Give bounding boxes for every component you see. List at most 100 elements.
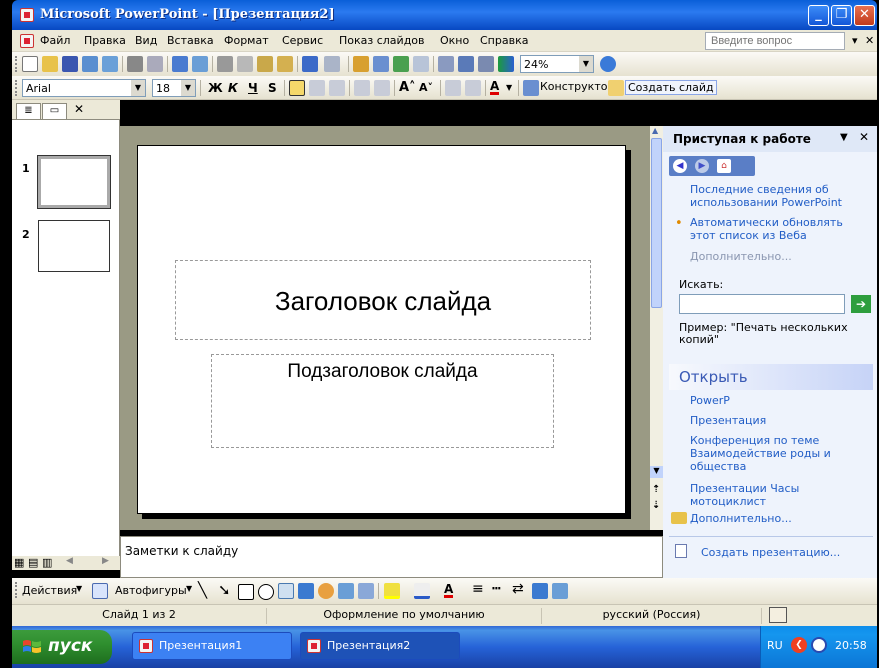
menu-format[interactable]: Формат bbox=[224, 34, 269, 47]
designer-button[interactable]: Конструктор bbox=[540, 80, 614, 93]
tray-arrow-icon[interactable]: ❮ bbox=[791, 637, 807, 653]
insert-table-icon[interactable] bbox=[373, 56, 389, 72]
forward-icon[interactable]: ▶ bbox=[695, 159, 709, 173]
draw-font-color-icon[interactable]: A bbox=[444, 582, 454, 598]
toolbar-grip[interactable] bbox=[15, 582, 18, 598]
font-combo[interactable]: Arial ▼ bbox=[22, 79, 146, 97]
slide-sorter-icon[interactable]: ▤ bbox=[28, 556, 38, 569]
toolbar-grip[interactable] bbox=[15, 56, 18, 72]
notes-pane[interactable]: Заметки к слайду bbox=[120, 536, 663, 578]
vertical-scrollbar[interactable]: ▲ ▼ ⇡ ⇣ bbox=[650, 126, 663, 530]
cut-icon[interactable] bbox=[217, 56, 233, 72]
paste-icon[interactable] bbox=[257, 56, 273, 72]
decrease-font-icon[interactable]: A˅ bbox=[419, 79, 433, 97]
title-bar[interactable]: Microsoft PowerPoint - [Презентация2] _ … bbox=[12, 0, 877, 30]
ask-question-input[interactable] bbox=[705, 32, 845, 50]
slideshow-view-icon[interactable]: ▥ bbox=[42, 556, 52, 569]
recent-file-3[interactable]: Конференция по теме Взаимодействие роды … bbox=[690, 434, 870, 473]
back-icon[interactable]: ◀ bbox=[673, 159, 687, 173]
restore-button[interactable]: ❐ bbox=[831, 5, 852, 26]
zoom-combo[interactable]: 24% ▼ bbox=[520, 55, 594, 73]
expand-all-icon[interactable] bbox=[438, 56, 454, 72]
task-pane-close-icon[interactable]: ✕ bbox=[859, 130, 869, 144]
increase-font-icon[interactable]: A˄ bbox=[399, 79, 416, 97]
bold-button[interactable]: Ж bbox=[208, 79, 223, 97]
autoshapes-menu[interactable]: Автофигуры bbox=[115, 584, 187, 597]
arrow-icon[interactable]: ➘ bbox=[218, 581, 231, 599]
scroll-down-icon[interactable]: ▼ bbox=[650, 466, 663, 478]
task-more-link[interactable]: Дополнительно... bbox=[690, 250, 792, 263]
security-shield-icon[interactable] bbox=[811, 637, 827, 653]
close-document-icon[interactable]: ✕ bbox=[865, 34, 874, 47]
increase-indent-icon[interactable] bbox=[465, 80, 481, 96]
research-icon[interactable] bbox=[192, 56, 208, 72]
tables-borders-icon[interactable] bbox=[393, 56, 409, 72]
show-formatting-icon[interactable] bbox=[458, 56, 474, 72]
underline-button[interactable]: Ч bbox=[248, 79, 258, 97]
font-color-dropdown-icon[interactable]: ▼ bbox=[506, 79, 512, 97]
actions-menu[interactable]: Действия bbox=[22, 584, 77, 597]
language-indicator[interactable]: RU bbox=[767, 639, 783, 652]
email-icon[interactable] bbox=[102, 56, 118, 72]
designer-icon[interactable] bbox=[523, 80, 539, 96]
numbering-icon[interactable] bbox=[354, 80, 370, 96]
font-dropdown-icon[interactable]: ▼ bbox=[131, 80, 145, 96]
font-color-icon[interactable]: A bbox=[490, 79, 500, 95]
oval-icon[interactable] bbox=[258, 584, 274, 600]
slide-canvas[interactable]: Заголовок слайда Подзаголовок слайда bbox=[137, 145, 626, 514]
task-pane-menu-icon[interactable]: ▼ bbox=[840, 132, 848, 143]
bullets-icon[interactable] bbox=[374, 80, 390, 96]
copy-icon[interactable] bbox=[237, 56, 253, 72]
spelling-status-icon[interactable] bbox=[769, 607, 787, 623]
select-objects-icon[interactable] bbox=[92, 583, 108, 599]
size-dropdown-icon[interactable]: ▼ bbox=[181, 80, 195, 96]
normal-view-icon[interactable]: ▦ bbox=[14, 556, 24, 569]
home-icon[interactable]: ⌂ bbox=[717, 159, 731, 173]
menu-insert[interactable]: Вставка bbox=[167, 34, 214, 47]
align-center-icon[interactable] bbox=[309, 80, 325, 96]
print-preview-icon[interactable] bbox=[147, 56, 163, 72]
close-button[interactable]: ✕ bbox=[854, 5, 875, 26]
color-grayscale-icon[interactable] bbox=[498, 56, 514, 72]
font-size-combo[interactable]: 18 ▼ bbox=[152, 79, 196, 97]
close-pane-icon[interactable]: ✕ bbox=[74, 102, 84, 116]
menu-file[interactable]: Файл bbox=[40, 34, 70, 47]
taskbar-presentation2[interactable]: Презентация2 bbox=[300, 632, 460, 660]
line-icon[interactable]: ╲ bbox=[198, 581, 207, 599]
zoom-dropdown-icon[interactable]: ▼ bbox=[579, 56, 593, 72]
task-item-autoupdate[interactable]: Автоматически обновлять этот список из В… bbox=[690, 216, 870, 242]
next-slide-icon[interactable]: ⇣ bbox=[652, 500, 660, 511]
title-placeholder[interactable]: Заголовок слайда bbox=[175, 260, 591, 340]
help-icon[interactable] bbox=[600, 56, 616, 72]
line-style-icon[interactable]: ≡ bbox=[472, 581, 484, 597]
save-icon[interactable] bbox=[62, 56, 78, 72]
arrow-style-icon[interactable]: ⇄ bbox=[512, 581, 524, 597]
diagram-icon[interactable] bbox=[318, 583, 334, 599]
dash-style-icon[interactable]: ┅ bbox=[492, 581, 500, 597]
recent-file-2[interactable]: Презентация bbox=[690, 414, 766, 427]
tab-outline[interactable]: ≣ bbox=[16, 103, 41, 119]
italic-button[interactable]: К bbox=[228, 79, 238, 97]
menu-slideshow[interactable]: Показ слайдов bbox=[339, 34, 425, 47]
scroll-up-icon[interactable]: ▲ bbox=[652, 126, 658, 135]
redo-icon[interactable] bbox=[324, 56, 340, 72]
decrease-indent-icon[interactable] bbox=[445, 80, 461, 96]
new-slide-button[interactable]: Создать слайд bbox=[625, 80, 717, 95]
subtitle-placeholder[interactable]: Подзаголовок слайда bbox=[211, 354, 554, 448]
scroll-right-icon[interactable]: ▶ bbox=[102, 556, 109, 566]
menu-view[interactable]: Вид bbox=[135, 34, 157, 47]
tab-slides[interactable]: ▭ bbox=[42, 103, 67, 119]
print-icon[interactable] bbox=[127, 56, 143, 72]
minimize-button[interactable]: _ bbox=[808, 5, 829, 26]
more-files-link[interactable]: Дополнительно... bbox=[690, 512, 792, 525]
menu-tools[interactable]: Сервис bbox=[282, 34, 323, 47]
autoshapes-dropdown-icon[interactable]: ▼ bbox=[186, 584, 192, 593]
slide-thumb-1[interactable] bbox=[37, 155, 111, 209]
start-button[interactable]: пуск bbox=[12, 630, 112, 664]
search-go-icon[interactable]: ➔ bbox=[851, 295, 871, 313]
slide-thumb-2[interactable] bbox=[38, 220, 110, 272]
menu-window[interactable]: Окно bbox=[440, 34, 469, 47]
menu-edit[interactable]: Правка bbox=[84, 34, 126, 47]
toolbar-grip[interactable] bbox=[15, 80, 18, 96]
powerpoint-app-icon[interactable] bbox=[20, 8, 34, 22]
